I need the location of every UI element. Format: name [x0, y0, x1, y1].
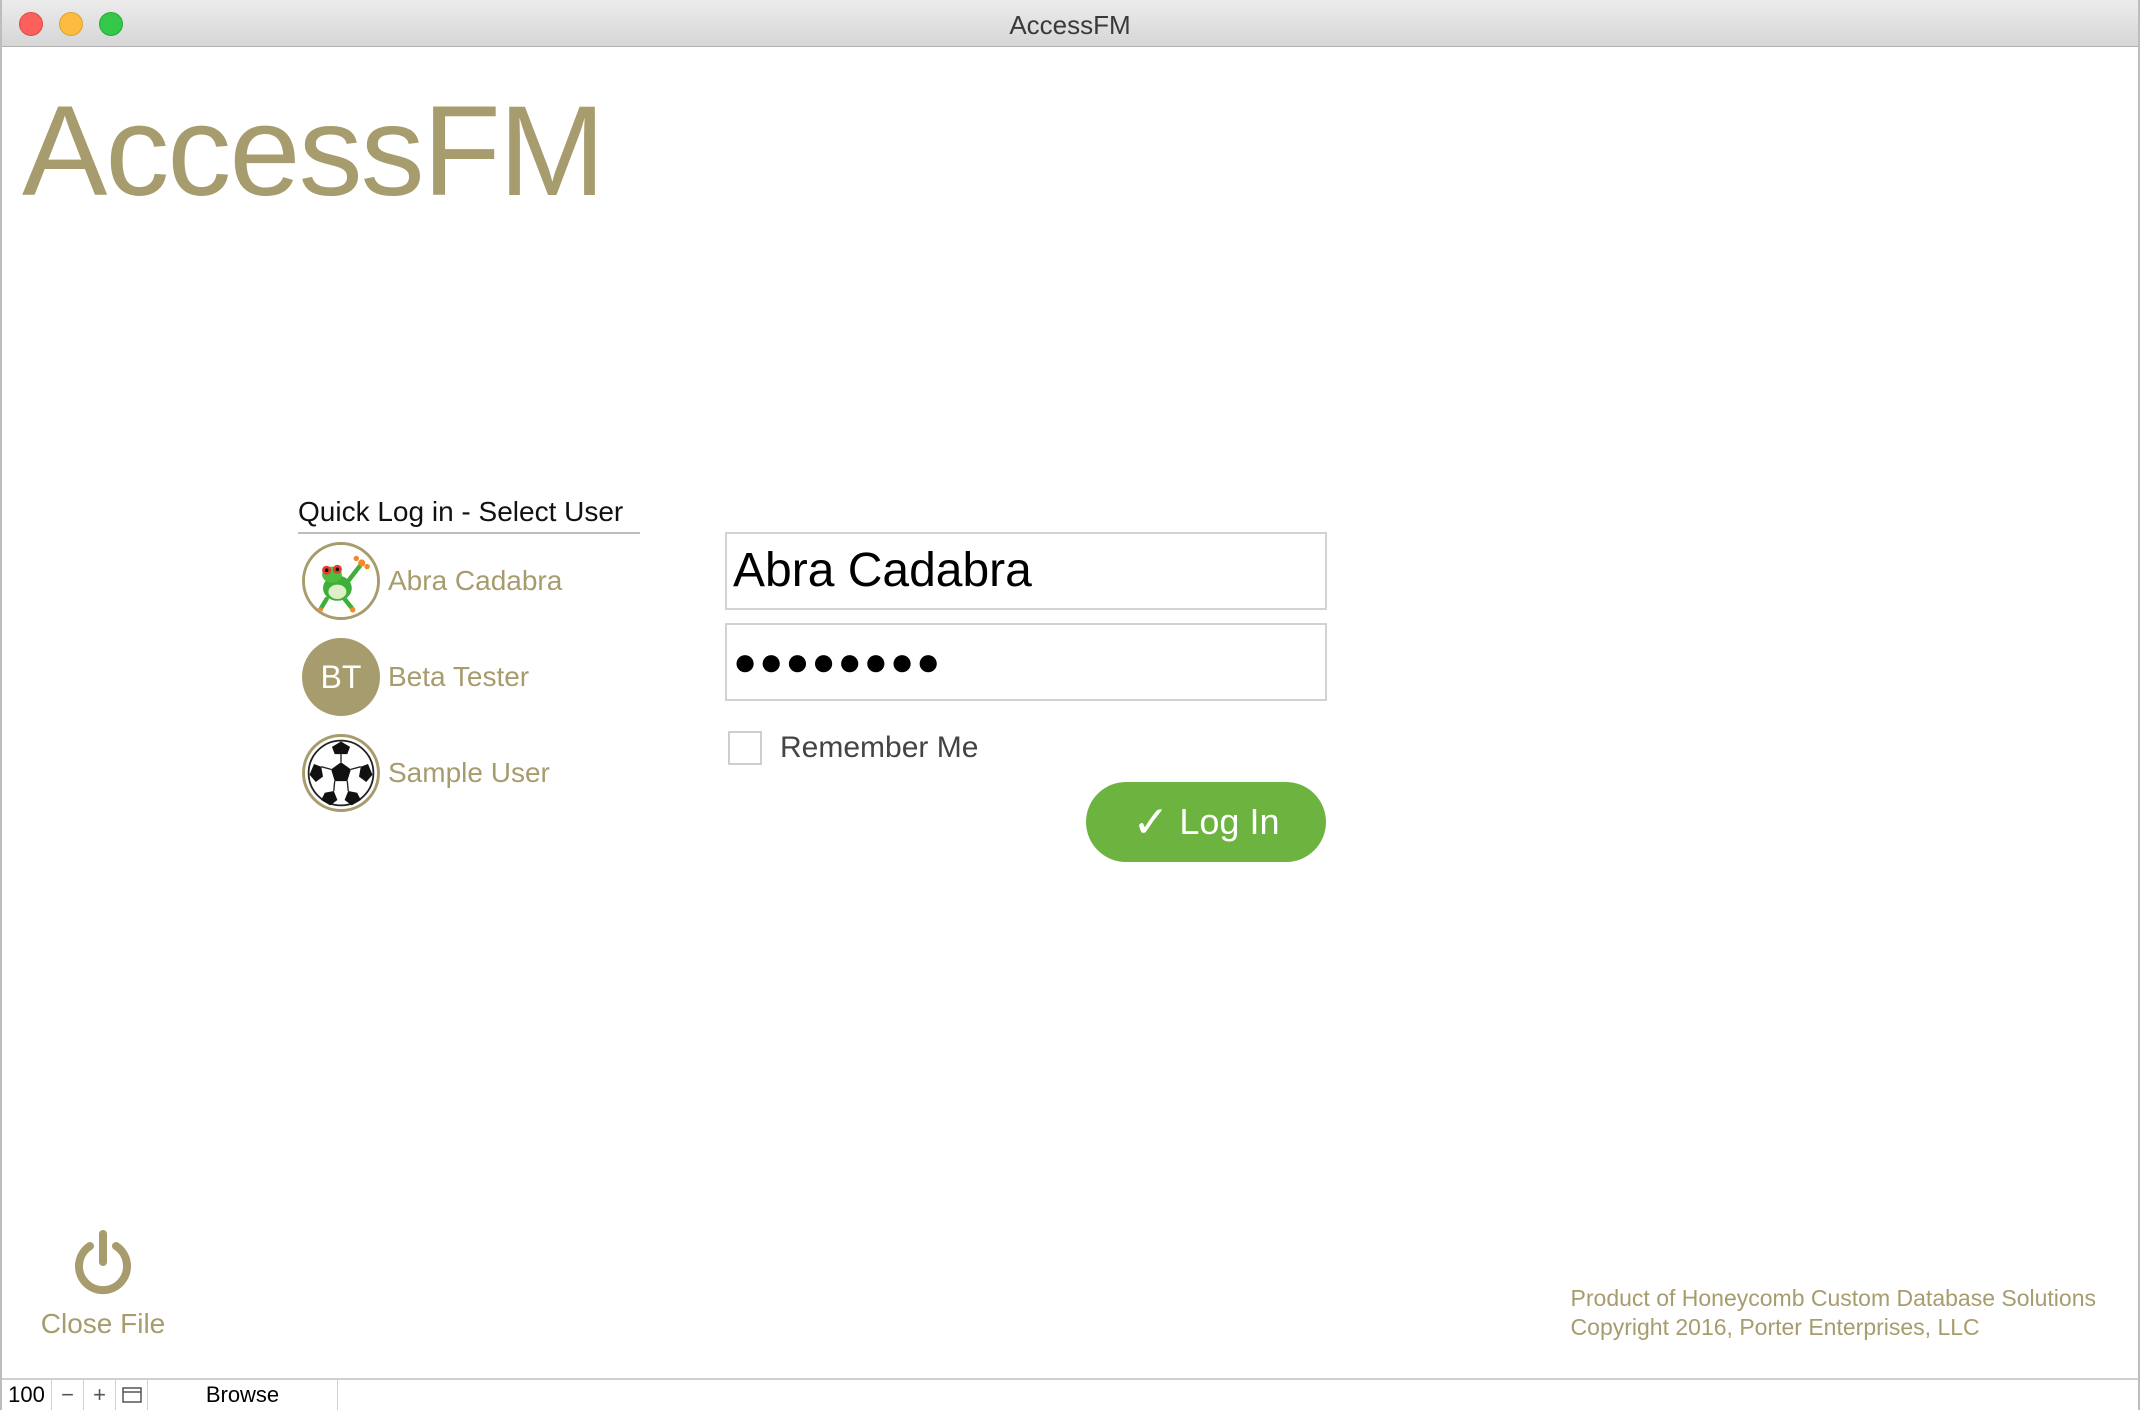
minus-icon: − [61, 1382, 74, 1407]
quick-login-title: Quick Log in - Select User [298, 496, 640, 534]
username-field[interactable]: Abra Cadabra [725, 532, 1327, 610]
quick-user-beta-tester[interactable]: BT Beta Tester [302, 636, 529, 718]
remember-me-label: Remember Me [780, 731, 979, 764]
remember-me-checkbox[interactable] [728, 731, 762, 765]
quick-user-name: Abra Cadabra [388, 565, 563, 596]
title-bar[interactable]: AccessFM [2, 0, 2138, 47]
toggle-toolbar-button[interactable] [116, 1380, 148, 1410]
mode-selector[interactable]: Browse [148, 1380, 338, 1410]
password-field[interactable]: ●●●●●●●● [725, 623, 1327, 701]
quick-user-name: Beta Tester [388, 661, 530, 692]
login-button[interactable]: ✓ Log In [1086, 782, 1326, 862]
initials-avatar: BT [302, 638, 380, 716]
zoom-level[interactable]: 100 [2, 1380, 52, 1410]
quick-user-sample-user[interactable]: Sample User [302, 732, 550, 814]
close-file-label: Close File [40, 1308, 166, 1339]
footer-credits: Product of Honeycomb Custom Database Sol… [1571, 1284, 2096, 1342]
app-logo: AccessFM [22, 80, 605, 223]
status-bar: 100 − + Browse [2, 1378, 2138, 1410]
power-icon [75, 1230, 131, 1295]
login-button-label: Log In [1179, 801, 1280, 842]
window-title: AccessFM [1009, 10, 1131, 40]
window-icon [121, 1387, 142, 1403]
frog-icon [302, 542, 380, 620]
zoom-in-button[interactable]: + [84, 1380, 116, 1410]
plus-icon: + [93, 1382, 106, 1407]
quick-user-name: Sample User [388, 757, 550, 788]
soccer-ball-icon [302, 734, 380, 812]
app-window: AccessFM AccessFM Quick Log in - Select … [0, 0, 2140, 1410]
footer-copyright-line: Copyright 2016, Porter Enterprises, LLC [1570, 1314, 1980, 1340]
footer-product-line: Product of Honeycomb Custom Database Sol… [1570, 1285, 2096, 1311]
close-file-button[interactable]: Close File [40, 1228, 166, 1340]
quick-user-abra-cadabra[interactable]: Abra Cadabra [302, 540, 562, 622]
checkmark-icon: ✓ [1132, 797, 1170, 847]
remember-me[interactable]: Remember Me [728, 730, 978, 766]
zoom-out-button[interactable]: − [52, 1380, 84, 1410]
